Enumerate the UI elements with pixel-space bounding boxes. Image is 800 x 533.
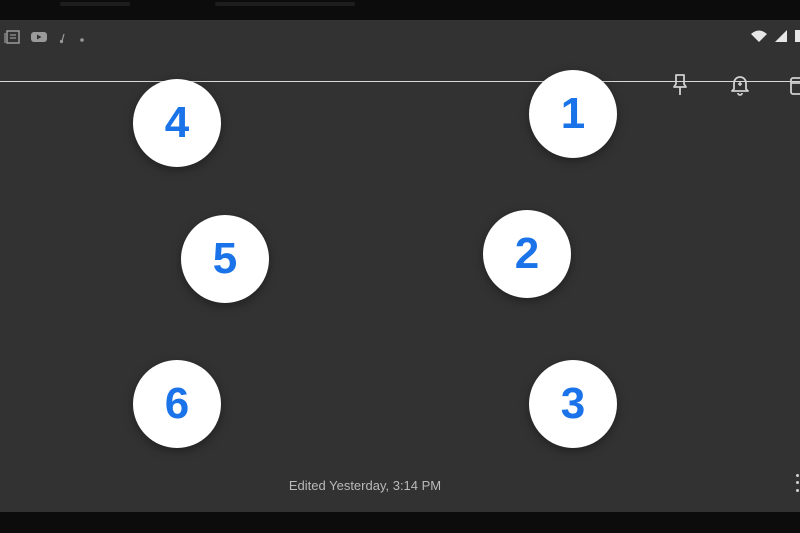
number-target-5[interactable]: 5 (181, 215, 269, 303)
number-target-6[interactable]: 6 (133, 360, 221, 448)
number-target-4[interactable]: 4 (133, 79, 221, 167)
status-bar (0, 20, 800, 56)
tablet-device: 1 2 3 4 5 6 Edited Yesterday, 3:14 PM (0, 0, 800, 533)
youtube-icon (30, 30, 48, 49)
battery-icon (794, 29, 800, 48)
more-dot (796, 488, 799, 492)
bottom-bezel (0, 512, 800, 533)
number-target-1[interactable]: 1 (529, 70, 617, 158)
more-options-icon[interactable] (795, 472, 800, 494)
archive-icon[interactable] (784, 70, 800, 100)
more-dot (796, 474, 799, 478)
number-target-3[interactable]: 3 (529, 360, 617, 448)
number-target-2[interactable]: 2 (483, 210, 571, 298)
note-toolbar (650, 70, 800, 110)
signal-icon (774, 29, 788, 48)
top-bezel (0, 0, 800, 20)
bezel-highlight (215, 2, 355, 6)
note-screen: 1 2 3 4 5 6 Edited Yesterday, 3:14 PM (0, 20, 800, 512)
music-icon (58, 31, 68, 49)
bezel-highlight (60, 2, 130, 6)
more-dot (796, 481, 799, 485)
pin-icon[interactable] (667, 70, 693, 100)
status-right-icons (750, 29, 800, 48)
wifi-icon (750, 29, 768, 48)
edited-timestamp: Edited Yesterday, 3:14 PM (288, 478, 442, 493)
notes-icon (4, 30, 20, 49)
status-left-icons (4, 30, 86, 49)
bell-reminder-icon[interactable] (727, 70, 753, 100)
dot-icon (78, 31, 86, 49)
